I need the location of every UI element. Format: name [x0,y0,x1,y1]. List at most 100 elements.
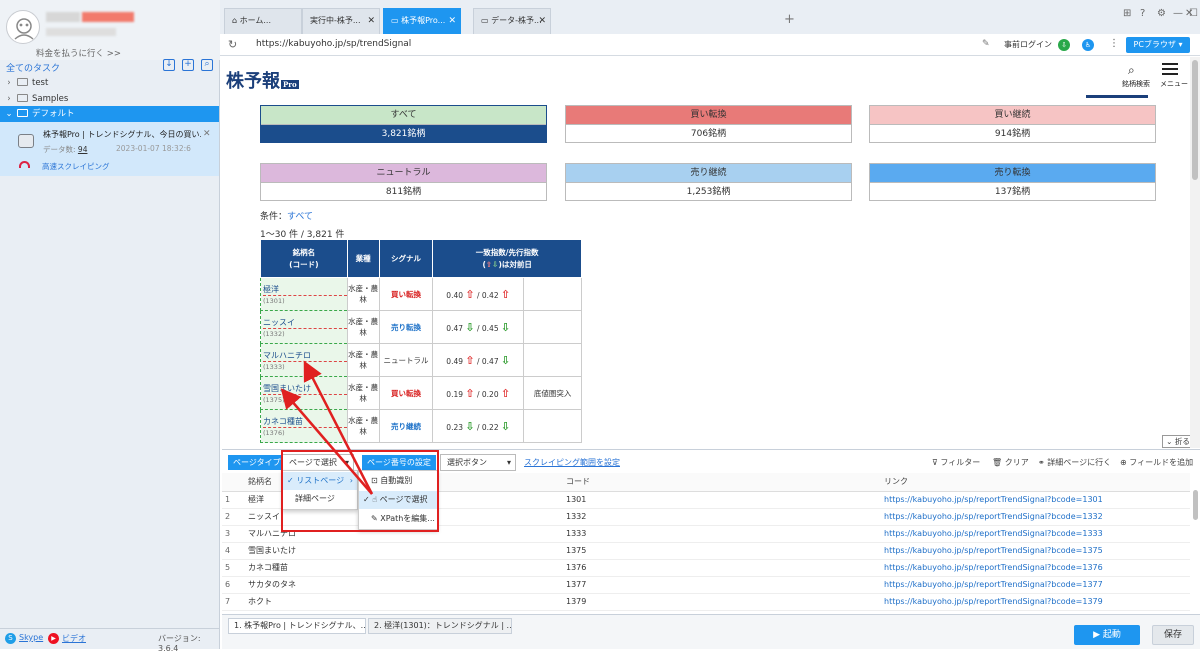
cell-code[interactable]: 1375 [562,542,880,560]
tab-home[interactable]: ⌂ ホーム... [224,8,302,34]
task-card[interactable]: 株予報Pro | トレンドシグナル、今日の買い... ✕ データ数: 94 20… [0,122,219,176]
prelogin-button[interactable]: 事前ログイン [1004,39,1052,50]
cell-code[interactable]: 1379 [562,593,880,611]
stock-name-cell[interactable]: マルハニチロ (1333) [260,343,348,377]
cell-code[interactable]: 1332 [562,508,880,526]
cell-name[interactable]: カネコ種苗 [244,559,562,577]
save-button[interactable]: 保存 [1152,625,1194,645]
cell-code[interactable]: 1376 [562,559,880,577]
edit-icon[interactable]: ✎ [982,39,990,49]
clear-button[interactable]: 🗑 クリア [992,457,1029,468]
col-header-index: 一致指数/先行指数 (⇧⇩)は対前日 [432,239,582,278]
cell-code[interactable]: 1377 [562,576,880,594]
tab-running[interactable]: 実行中-株予... ✕ [302,8,380,34]
help-icon[interactable]: ? [1140,8,1145,19]
cell-link[interactable]: https://kabuyoho.jp/sp/reportTrendSignal… [880,491,1190,509]
fold-button[interactable]: ⌄ 折る [1162,435,1190,448]
button-select[interactable]: 選択ボタン ▾ [440,454,516,471]
stock-name[interactable]: 極洋 [263,284,347,296]
cell-link[interactable]: https://kabuyoho.jp/sp/reportTrendSignal… [880,508,1190,526]
page-tab-2[interactable]: 2. 極洋(1301)：トレンドシグナル | ... [368,618,512,634]
stock-name-cell[interactable]: 極洋 (1301) [260,277,348,311]
skype-icon[interactable]: S [5,633,16,644]
tree-item-test[interactable]: › test [0,75,219,91]
avatar[interactable] [6,10,40,44]
category-1[interactable]: 買い転換 706銘柄 [565,105,852,143]
cell-link[interactable]: https://kabuyoho.jp/sp/reportTrendSignal… [880,559,1190,577]
cell-name[interactable]: ホクト [244,593,562,611]
category-2[interactable]: 買い継続 914銘柄 [869,105,1156,143]
condition-link[interactable]: すべて [287,212,313,222]
close-window-icon[interactable]: ✕ [1185,8,1193,19]
url-field[interactable]: https://kabuyoho.jp/sp/trendSignal [256,39,411,49]
new-task-icon[interactable]: + [182,59,194,71]
detail-page-button[interactable]: ⚭ 詳細ページに行く [1038,457,1111,468]
add-field-button[interactable]: ⊕ フィールドを追加 [1120,457,1193,468]
skype-link[interactable]: Skype [19,633,43,642]
pc-browser-button[interactable]: PCブラウザ ▾ [1126,37,1190,53]
close-icon[interactable]: ✕ [538,9,546,33]
category-0[interactable]: すべて 3,821銘柄 [260,105,547,143]
table-scrollbar[interactable] [1193,490,1198,520]
cell-link[interactable]: https://kabuyoho.jp/sp/reportTrendSignal… [880,542,1190,560]
close-icon[interactable]: ✕ [367,9,375,33]
table-row[interactable]: 6 サカタのタネ 1377 https://kabuyoho.jp/sp/report… [222,576,1190,594]
category-5[interactable]: 売り転換 137銘柄 [869,163,1156,201]
col-header-link[interactable]: リンク [880,473,1190,492]
filter-button[interactable]: ⊽ フィルター [932,457,980,468]
col-header-code[interactable]: コード [562,473,880,492]
stock-name-cell[interactable]: カネコ種苗 (1376) [260,409,348,443]
close-icon[interactable]: ✕ [203,129,211,139]
settings-icon[interactable]: ⚙ [1157,8,1166,19]
upgrade-link[interactable]: 料金を払うに行く >> [36,47,186,59]
menu-label[interactable]: メニュー [1160,79,1188,89]
page-scrollbar-thumb[interactable] [1192,60,1198,180]
index-current: 0.40 [446,290,463,300]
start-button[interactable]: ▶ 起動 [1074,625,1140,645]
cell-link[interactable]: https://kabuyoho.jp/sp/reportTrendSignal… [880,525,1190,543]
stock-name[interactable]: マルハニチロ [263,350,347,362]
import-icon[interactable]: ↓ [163,59,175,71]
search-label[interactable]: 銘柄検索 [1122,79,1150,89]
tab-data[interactable]: ▭ データ-株予... ✕ [473,8,551,34]
search-icon[interactable]: ⌕ [1128,63,1135,78]
table-row[interactable]: 5 カネコ種苗 1376 https://kabuyoho.jp/sp/reportT… [222,559,1190,577]
gift-icon[interactable]: ⊞ [1123,8,1131,19]
site-logo[interactable]: 株予報 Pro [226,67,299,93]
category-4[interactable]: 売り継続 1,253銘柄 [565,163,852,201]
menu-icon[interactable] [1162,63,1178,75]
cell-code[interactable]: 1301 [562,491,880,509]
task-mode[interactable]: 高速スクレイピング [42,161,110,172]
status-icon[interactable]: ⇩ [1058,39,1070,51]
reload-icon[interactable]: ↻ [228,38,237,51]
cell-name[interactable]: 雪国まいたけ [244,542,562,560]
accessibility-icon[interactable]: ♿ [1082,39,1094,51]
table-row[interactable]: 7 ホクト 1379 https://kabuyoho.jp/sp/reportTre… [222,593,1190,611]
stock-name[interactable]: ニッスイ [263,317,347,329]
category-3[interactable]: ニュートラル 811銘柄 [260,163,547,201]
tree-item-default[interactable]: ⌄ デフォルト [0,106,219,122]
cell-name[interactable]: サカタのタネ [244,576,562,594]
stock-name[interactable]: 雪国まいたけ [263,383,347,395]
minimize-icon[interactable]: — [1173,8,1183,19]
cell-link[interactable]: https://kabuyoho.jp/sp/reportTrendSignal… [880,593,1190,611]
stock-name-cell[interactable]: ニッスイ (1332) [260,310,348,344]
tree-item-samples[interactable]: › Samples [0,91,219,107]
cell-link[interactable]: https://kabuyoho.jp/sp/reportTrendSignal… [880,576,1190,594]
scrape-range-link[interactable]: スクレイピング範囲を設定 [524,457,620,468]
stock-name[interactable]: カネコ種苗 [263,416,347,428]
data-count-value[interactable]: 94 [78,145,88,154]
close-icon[interactable]: ✕ [448,9,456,33]
stock-name-cell[interactable]: 雪国まいたけ (1375) [260,376,348,410]
category-count: 811銘柄 [385,187,422,197]
video-icon[interactable]: ▶ [48,633,59,644]
cell-code[interactable]: 1333 [562,525,880,543]
all-tasks-label[interactable]: 全てのタスク [6,61,60,74]
video-link[interactable]: ビデオ [62,633,86,644]
search-task-icon[interactable]: ⌕ [201,59,213,71]
new-tab-icon[interactable]: + [784,12,795,27]
more-icon[interactable]: ⋮ [1109,38,1119,49]
table-row[interactable]: 4 雪国まいたけ 1375 https://kabuyoho.jp/sp/report… [222,542,1190,560]
tab-kabuyoho[interactable]: ▭ 株予報Pro... ✕ [383,8,461,34]
page-tab-1[interactable]: 1. 株予報Pro | トレンドシグナル、... [228,618,366,634]
